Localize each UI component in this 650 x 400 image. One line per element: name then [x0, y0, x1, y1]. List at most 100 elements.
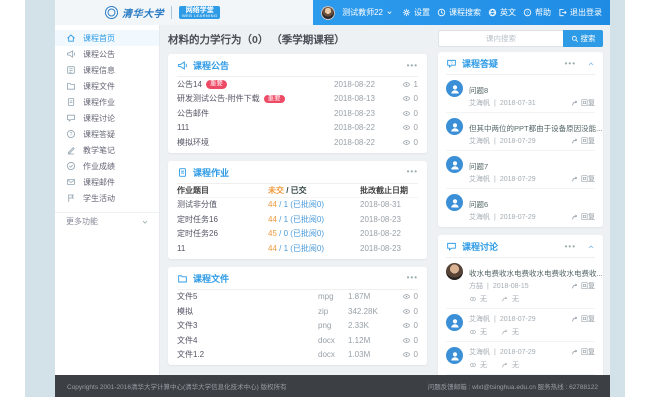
info-icon: [66, 65, 76, 75]
announcement-row[interactable]: 公告邮件 2018-08-23 0: [177, 106, 418, 121]
qa-item[interactable]: 问题8 艾海帆|2018-07-31 回复: [446, 75, 595, 113]
view-count: 0: [414, 138, 418, 147]
user-menu[interactable]: 测试教师22: [342, 7, 393, 18]
sidebar-item-grades[interactable]: 作业成绩: [55, 158, 159, 174]
announcement-title[interactable]: 公告邮件: [177, 108, 209, 119]
sidebar-item-student-activity[interactable]: 学生活动: [55, 190, 159, 206]
homework-row[interactable]: 11 44 / 1 (已批阅0) 2018-08-23: [177, 241, 418, 256]
announcement-title[interactable]: 模拟环境: [177, 137, 209, 148]
reply-none: 无: [512, 294, 519, 304]
sidebar-item-mail[interactable]: 课程邮件: [55, 174, 159, 190]
discussion-item[interactable]: 收水电费收水电费收水电费收水电费收... 方喆|2018-08-15 回复 无无: [446, 258, 595, 309]
chat-icon: [66, 113, 76, 123]
view-count: 1: [414, 80, 418, 89]
homework-title[interactable]: 测试非分值: [177, 199, 268, 210]
file-row[interactable]: 文件5 mpg 1.87M 0: [177, 290, 418, 305]
file-name[interactable]: 文件4: [177, 335, 318, 346]
sidebar-item-announcements[interactable]: 课程公告: [55, 46, 159, 62]
announcement-row[interactable]: 111 2018-08-22 0: [177, 121, 418, 136]
reply-button[interactable]: 回复: [571, 174, 595, 184]
qa-item[interactable]: 但其中两位的PPT都由于设备原因没能... 艾海帆|2018-07-29 回复: [446, 113, 595, 151]
submitted-count[interactable]: / 1 (已批阅0): [279, 200, 324, 209]
logout-icon: [558, 8, 567, 17]
file-name[interactable]: 文件5: [177, 291, 318, 302]
user-avatar[interactable]: [321, 6, 335, 20]
reply-none: 无: [512, 327, 519, 337]
file-row[interactable]: 模拟 zip 342.28K 0: [177, 304, 418, 319]
announcement-title[interactable]: 111: [177, 123, 189, 132]
search-button[interactable]: 搜索: [563, 30, 603, 47]
file-row[interactable]: 文件3 png 2.33K 0: [177, 319, 418, 334]
file-name[interactable]: 文件3: [177, 320, 318, 331]
collapse-button[interactable]: [587, 60, 595, 68]
file-row[interactable]: 文件4 docx 1.12M 0: [177, 333, 418, 348]
collapse-button[interactable]: [587, 243, 595, 251]
course-search-button[interactable]: 课程搜索: [437, 7, 481, 18]
more-menu-icon[interactable]: [565, 243, 576, 251]
question-title[interactable]: 问题6: [469, 200, 488, 209]
reply-button[interactable]: 回复: [571, 281, 595, 291]
reply-none: 无: [512, 360, 519, 370]
submitted-count[interactable]: / 1 (已批阅0): [279, 215, 324, 224]
discussion-title[interactable]: 收水电费收水电费收水电费收水电费收...: [469, 269, 603, 278]
question-title[interactable]: 问题8: [469, 86, 488, 95]
sidebar-more-functions[interactable]: 更多功能: [55, 212, 159, 230]
qa-card-header: ? 课程答疑: [446, 57, 595, 75]
more-menu-icon[interactable]: [407, 274, 418, 282]
reply-button[interactable]: 回复: [571, 98, 595, 108]
sidebar-item-homework[interactable]: 课程作业: [55, 94, 159, 110]
folder-icon: [66, 81, 76, 91]
homework-title[interactable]: 定时任务16: [177, 214, 268, 225]
reply-button[interactable]: 回复: [571, 212, 595, 222]
more-menu-icon[interactable]: [565, 60, 576, 68]
homework-row[interactable]: 定时任务26 45 / 0 (已批阅0) 2018-08-22: [177, 227, 418, 242]
card-title: 课程作业: [193, 166, 229, 179]
logout-button[interactable]: 退出登录: [558, 7, 602, 18]
date: 2018-08-15: [493, 283, 529, 290]
homework-title[interactable]: 11: [177, 244, 268, 253]
file-row[interactable]: 文件1.2 docx 1.03M 0: [177, 348, 418, 363]
homework-row[interactable]: 定时任务16 44 / 1 (已批阅0) 2018-08-23: [177, 212, 418, 227]
sidebar-item-course-files[interactable]: 课程文件: [55, 78, 159, 94]
language-toggle-button[interactable]: 英文: [488, 7, 516, 18]
reply-icon: [571, 315, 579, 323]
announcement-row[interactable]: 模拟环境 2018-08-22 0: [177, 135, 418, 150]
question-title[interactable]: 但其中两位的PPT都由于设备原因没能...: [469, 124, 602, 133]
discussion-item[interactable]: 艾海帆|2018-07-29 回复 无无: [446, 342, 595, 375]
sidebar-item-course-home[interactable]: 课程首页: [55, 30, 159, 46]
submitted-count[interactable]: / 1 (已批阅0): [279, 244, 324, 253]
announcement-row[interactable]: 研发测试公告-附件下载重要 2018-08-13 0: [177, 92, 418, 107]
question-title[interactable]: 问题7: [469, 162, 488, 171]
file-name[interactable]: 模拟: [177, 306, 318, 317]
more-menu-icon[interactable]: [407, 168, 418, 176]
sidebar-item-qa[interactable]: ? 课程答疑: [55, 126, 159, 142]
homework-row[interactable]: 测试非分值 44 / 1 (已批阅0) 2018-08-31: [177, 198, 418, 213]
col-homework-title: 作业题目: [177, 185, 268, 196]
reply-button[interactable]: 回复: [571, 314, 595, 324]
homework-title[interactable]: 定时任务26: [177, 228, 268, 239]
reply-button[interactable]: 回复: [571, 347, 595, 357]
help-icon: ?: [523, 8, 532, 17]
author: 艾海帆: [469, 212, 490, 222]
view-count: 0: [414, 109, 418, 118]
sidebar-item-course-info[interactable]: 课程信息: [55, 62, 159, 78]
author: 方喆: [469, 281, 483, 291]
announcement-title[interactable]: 研发测试公告-附件下载: [177, 93, 260, 104]
reply-button[interactable]: 回复: [571, 136, 595, 146]
discussion-item[interactable]: 艾海帆|2018-07-29 回复 无无: [446, 309, 595, 342]
sidebar-item-teaching-notes[interactable]: 教学笔记: [55, 142, 159, 158]
help-button[interactable]: ? 帮助: [523, 7, 551, 18]
qa-item[interactable]: 问题7 艾海帆|2018-07-29 回复: [446, 151, 595, 189]
file-name[interactable]: 文件1.2: [177, 349, 318, 360]
announcement-row[interactable]: 公告14重要 2018-08-22 1: [177, 77, 418, 92]
announcement-title[interactable]: 公告14: [177, 79, 202, 90]
more-menu-icon[interactable]: [407, 62, 418, 70]
person-icon: [449, 121, 461, 133]
settings-button[interactable]: 设置: [402, 7, 430, 18]
eye-icon: [402, 350, 411, 359]
qa-item[interactable]: 问题6 艾海帆|2018-07-29 回复: [446, 189, 595, 226]
submitted-count[interactable]: / 0 (已批阅0): [279, 229, 324, 238]
search-button-label: 搜索: [581, 33, 596, 44]
sidebar-item-discussion[interactable]: 课程讨论: [55, 110, 159, 126]
search-input[interactable]: [438, 30, 563, 47]
